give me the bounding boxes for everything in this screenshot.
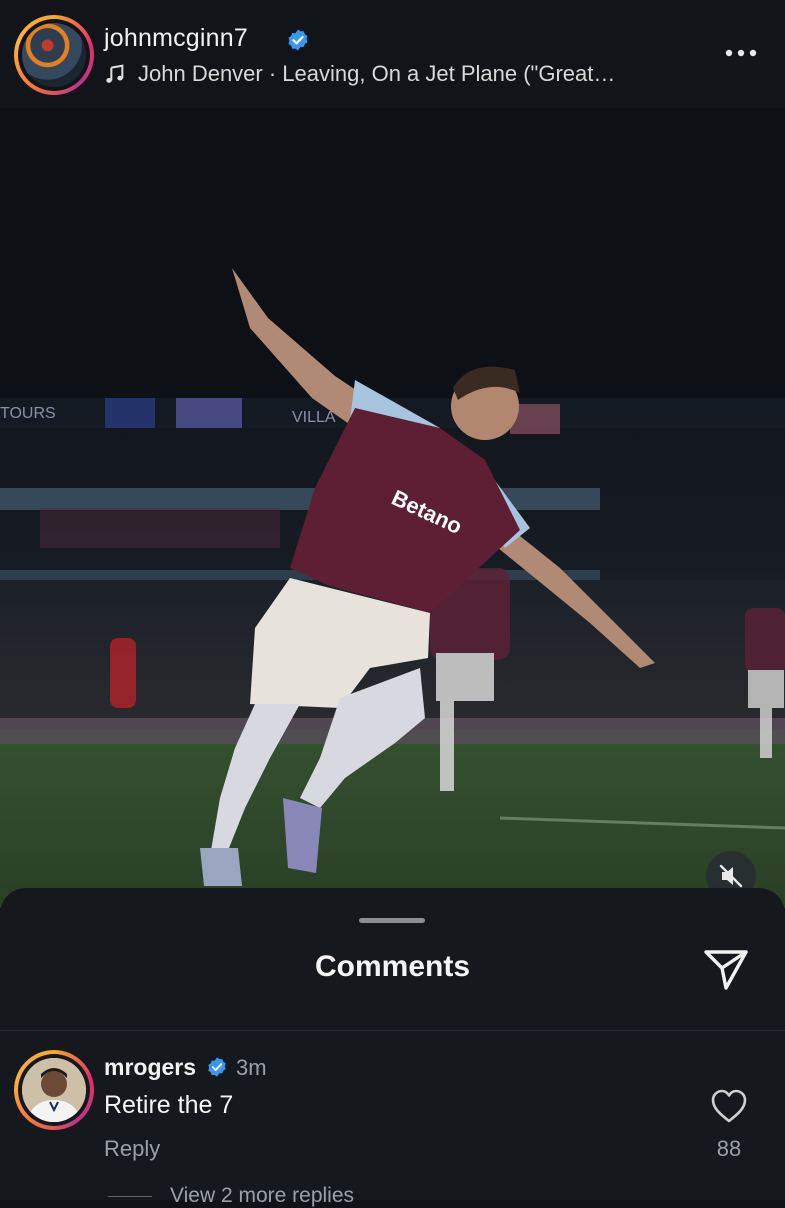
heart-icon[interactable] [710,1088,748,1124]
verified-badge-icon [288,29,308,51]
more-horizontal-icon[interactable] [722,38,760,68]
comment-text: Retire the 7 [104,1091,234,1119]
reply-button[interactable]: Reply [104,1136,160,1162]
like-count: 88 [716,1136,742,1161]
audio-track[interactable]: John Denver · Leaving, On a Jet Plane ("… [104,61,615,87]
post-photo[interactable]: TOURS VILLA Betano [0,108,785,908]
speaker-muted-icon [719,864,743,888]
verified-badge-icon [208,1057,226,1077]
comment-timestamp: 3m [236,1055,267,1080]
view-more-replies[interactable]: View 2 more replies [108,1184,354,1208]
post-header: johnmcginn7 John Denver · Leaving, On a … [0,0,785,109]
music-note-icon [106,64,124,83]
photo-illustration: TOURS VILLA Betano [0,108,785,908]
view-more-replies-label: View 2 more replies [170,1184,355,1207]
sheet-divider [0,1030,785,1031]
commenter-username[interactable]: mrogers [104,1054,196,1081]
stand-sign-right: VILLA [292,409,336,426]
stand-sign-left: TOURS [0,405,56,422]
paper-plane-icon[interactable] [702,946,750,994]
commenter-avatar[interactable] [14,1050,94,1130]
comments-sheet: Comments mrogers 3m Retire the 7 Reply 8… [0,888,785,1207]
replies-divider-line [108,1195,152,1197]
author-username[interactable]: johnmcginn7 [104,24,248,53]
sheet-drag-handle[interactable] [359,918,425,923]
author-avatar[interactable] [14,15,94,95]
audio-track-label: John Denver · Leaving, On a Jet Plane ("… [138,61,616,86]
comments-title: Comments [314,950,471,983]
